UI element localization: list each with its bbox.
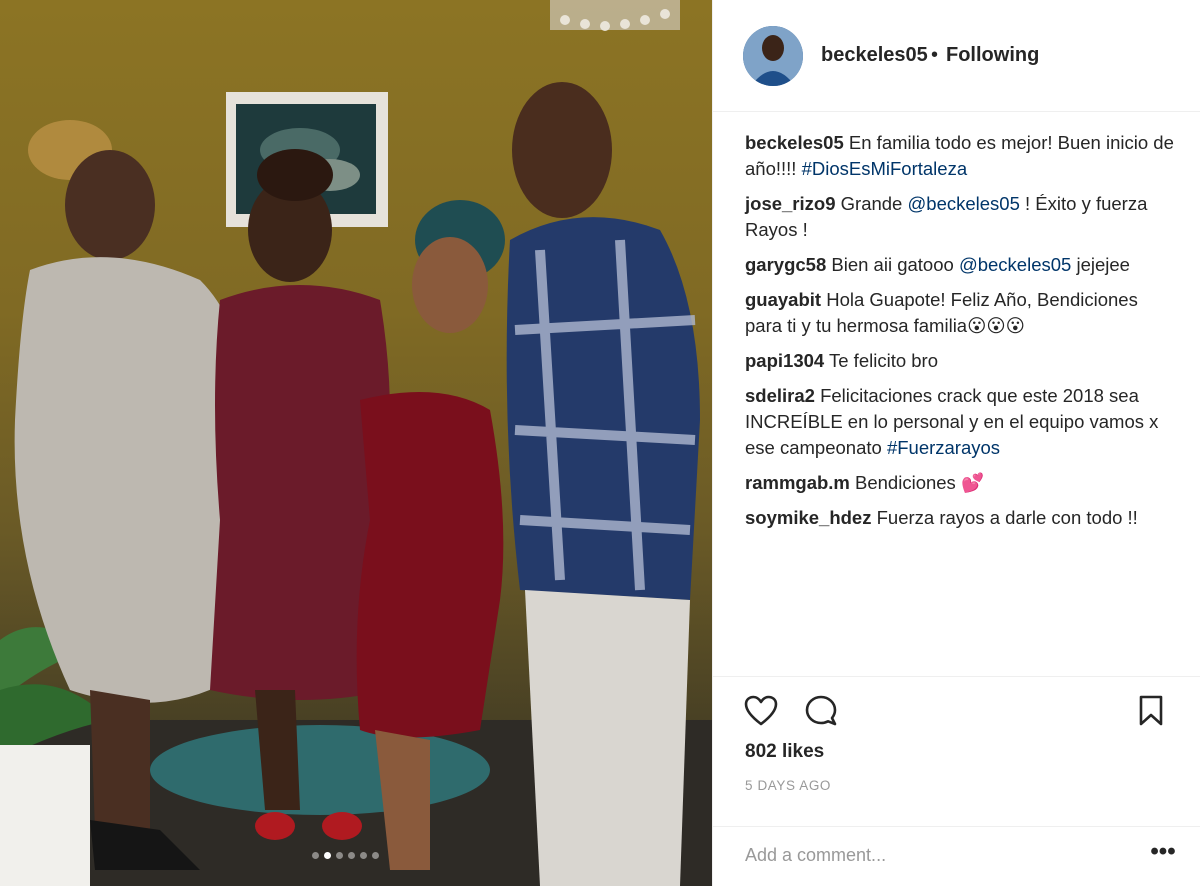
comment-bubble-icon[interactable]	[803, 693, 839, 729]
comment-text: Bien aii gatooo	[831, 254, 959, 275]
add-comment-bar: •••	[713, 826, 1200, 886]
hashtag-link[interactable]: #Fuerzarayos	[887, 437, 1000, 458]
mention-link[interactable]: @beckeles05	[959, 254, 1071, 275]
chandelier	[550, 0, 680, 31]
hashtag-link[interactable]: #DiosEsMiFortaleza	[802, 158, 968, 179]
comment-text: jejejee	[1071, 254, 1130, 275]
comment-item: soymike_hdez Fuerza rayos a darle con to…	[745, 505, 1177, 531]
carousel-indicator[interactable]	[312, 852, 379, 859]
comment-item: garygc58 Bien aii gatooo @beckeles05 jej…	[745, 252, 1177, 278]
post-photo[interactable]	[0, 0, 712, 886]
comment-username[interactable]: papi1304	[745, 350, 824, 371]
post-date[interactable]: 5 DAYS AGO	[745, 778, 831, 793]
header-separator: •	[931, 44, 939, 66]
post-sidebar: beckeles05 • Following beckeles05 En fam…	[712, 0, 1200, 886]
person-plaid-shirt	[506, 82, 700, 886]
comment-item: guayabit Hola Guapote! Feliz Año, Bendic…	[745, 287, 1177, 339]
comment-username[interactable]: rammgab.m	[745, 472, 850, 493]
more-options-icon[interactable]: •••	[1145, 837, 1181, 873]
carousel-dot[interactable]	[372, 852, 379, 859]
comment-username[interactable]: sdelira2	[745, 385, 815, 406]
action-bar: 802 likes 5 DAYS AGO	[713, 676, 1200, 826]
comment-item: beckeles05 En familia todo es mejor! Bue…	[745, 130, 1177, 182]
carousel-dot[interactable]	[336, 852, 343, 859]
comment-list: beckeles05 En familia todo es mejor! Bue…	[745, 130, 1177, 540]
carousel-dot[interactable]	[312, 852, 319, 859]
photo-scene	[0, 0, 712, 886]
post-header: beckeles05 • Following	[713, 0, 1200, 112]
comment-text: Bendiciones 💕	[855, 472, 984, 493]
mention-link[interactable]: @beckeles05	[908, 193, 1020, 214]
rug	[150, 725, 490, 815]
instagram-post: beckeles05 • Following beckeles05 En fam…	[0, 0, 1200, 886]
comment-username[interactable]: soymike_hdez	[745, 507, 871, 528]
comment-item: jose_rizo9 Grande @beckeles05 ! Éxito y …	[745, 191, 1177, 243]
avatar[interactable]	[743, 26, 803, 86]
comment-item: sdelira2 Felicitaciones crack que este 2…	[745, 383, 1177, 461]
header-username[interactable]: beckeles05	[821, 44, 928, 67]
comment-text: Fuerza rayos a darle con todo !!	[876, 507, 1138, 528]
comment-text: Te felicito bro	[829, 350, 938, 371]
comment-username[interactable]: beckeles05	[745, 132, 844, 153]
comment-item: rammgab.m Bendiciones 💕	[745, 470, 1177, 496]
carousel-dot[interactable]	[360, 852, 367, 859]
avatar-image	[743, 26, 803, 86]
comment-item: papi1304 Te felicito bro	[745, 348, 1177, 374]
carousel-dot[interactable]	[348, 852, 355, 859]
comment-input[interactable]	[743, 835, 1127, 875]
carousel-dot-active[interactable]	[324, 852, 331, 859]
comment-username[interactable]: garygc58	[745, 254, 826, 275]
comment-username[interactable]: jose_rizo9	[745, 193, 836, 214]
comment-username[interactable]: guayabit	[745, 289, 821, 310]
like-count[interactable]: 802 likes	[745, 741, 824, 763]
following-button[interactable]: Following	[946, 44, 1039, 67]
comment-text: Grande	[840, 193, 908, 214]
heart-icon[interactable]	[743, 693, 779, 729]
bookmark-icon[interactable]	[1133, 693, 1169, 729]
